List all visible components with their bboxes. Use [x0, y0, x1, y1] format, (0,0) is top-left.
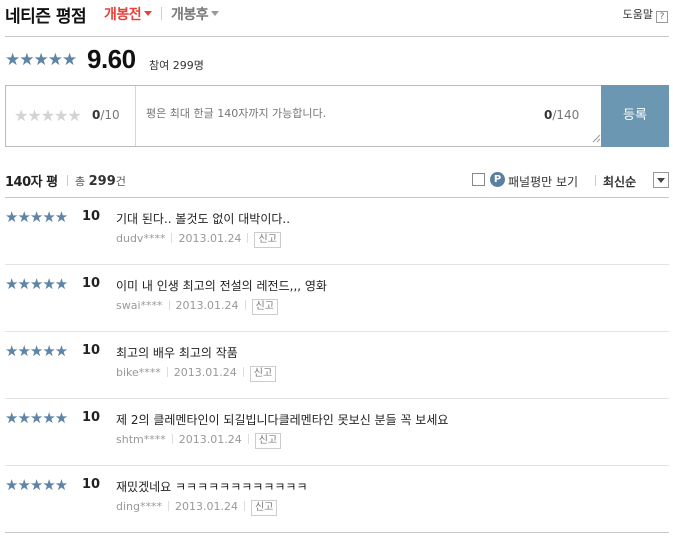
- report-button[interactable]: 신고: [251, 299, 278, 315]
- review-score: 10: [82, 343, 101, 358]
- report-button[interactable]: 신고: [250, 500, 278, 516]
- divider: [595, 175, 596, 186]
- average-stars-icon: ★★★★★: [5, 50, 77, 70]
- review-date: 2013.01.24: [173, 366, 237, 379]
- review-text: 최고의 배우 최고의 작품: [116, 346, 238, 360]
- tab-before-release[interactable]: 개봉전: [104, 4, 153, 24]
- tab-after-release[interactable]: 개봉후: [171, 4, 220, 24]
- review-item: ★★★★★ 10 이미 내 인생 최고의 전설의 레전드,,, 영화 swai*…: [5, 265, 669, 332]
- review-list-header: 140자 평 총 299건 P 패널평만 보기 최신순: [5, 170, 669, 192]
- review-score: 10: [82, 410, 101, 425]
- review-stars-icon: ★★★★★: [5, 476, 68, 494]
- divider: [171, 233, 173, 243]
- review-date: 2013.01.24: [178, 433, 242, 446]
- divider: [244, 300, 246, 310]
- panel-only-label[interactable]: 패널평만 보기: [508, 173, 578, 190]
- review-meta: dudv**** 2013.01.24 신고: [116, 232, 281, 248]
- participant-count: 참여 299명: [149, 59, 204, 72]
- header-divider: [5, 36, 669, 37]
- report-button[interactable]: 신고: [254, 232, 281, 248]
- report-button[interactable]: 신고: [249, 366, 277, 382]
- review-item: ★★★★★ 10 기대 된다.. 볼것도 없이 대박이다.. dudv**** 2…: [5, 198, 669, 265]
- review-user: bike****: [116, 366, 161, 379]
- divider: [168, 501, 169, 511]
- comment-input[interactable]: [146, 107, 526, 120]
- review-score: 10: [82, 477, 101, 492]
- panel-p-icon: P: [490, 172, 505, 187]
- review-item: ★★★★★ 10 제 2의 클레멘타인이 되길빕니다클레멘타인 못보신 분들 꼭…: [5, 399, 669, 466]
- divider: [247, 233, 249, 243]
- submit-button[interactable]: 등록: [601, 85, 669, 147]
- divider: [242, 367, 244, 377]
- review-date: 2013.01.24: [175, 500, 238, 513]
- review-user: ding****: [116, 500, 162, 513]
- review-item: ★★★★★ 10 최고의 배우 최고의 작품 bike**** 2013.01.2…: [5, 332, 669, 399]
- panel-only-checkbox[interactable]: [472, 173, 485, 186]
- divider: [166, 367, 168, 377]
- review-text: 제 2의 클레멘타인이 되길빕니다클레멘타인 못보신 분들 꼭 보세요: [116, 413, 449, 427]
- divider: [247, 434, 249, 444]
- review-total: 총 299건: [75, 173, 126, 189]
- char-count-max: /140: [552, 108, 580, 122]
- total-prefix: 총: [75, 175, 86, 188]
- total-suffix: 건: [115, 175, 126, 188]
- tab-divider: [161, 7, 162, 20]
- review-stars-icon: ★★★★★: [5, 275, 68, 293]
- review-user: shtm****: [116, 433, 166, 446]
- review-stars-icon: ★★★★★: [5, 208, 68, 226]
- tab-after-release-label: 개봉후: [171, 7, 209, 23]
- question-icon: ?: [656, 11, 668, 23]
- char-counter: 0/140: [544, 108, 579, 122]
- review-stars-icon: ★★★★★: [5, 409, 68, 427]
- review-date: 2013.01.24: [178, 232, 242, 245]
- review-user: dudv****: [116, 232, 166, 245]
- review-score: 10: [82, 209, 101, 224]
- review-meta: bike**** 2013.01.24 신고: [116, 366, 277, 382]
- review-meta: ding**** 2013.01.24 신고: [116, 500, 278, 516]
- review-text: 재밌겠네요 ㅋㅋㅋㅋㅋㅋㅋㅋㅋㅋㅋㅋ: [116, 480, 308, 494]
- page-title: 네티즌 평점: [5, 7, 87, 27]
- total-count: 299: [88, 174, 116, 189]
- review-score: 10: [82, 276, 101, 291]
- rating-stars-icon[interactable]: ★★★★★: [14, 106, 82, 125]
- sort-selected-label[interactable]: 최신순: [603, 173, 636, 190]
- review-text: 이미 내 인생 최고의 전설의 레전드,,, 영화: [116, 279, 327, 293]
- review-form: ★★★★★ 0/10 0/140 등록: [5, 85, 669, 147]
- divider: [67, 175, 68, 186]
- review-text: 기대 된다.. 볼것도 없이 대박이다..: [116, 212, 291, 226]
- help-label: 도움말: [622, 8, 653, 21]
- resize-handle-icon[interactable]: [592, 134, 601, 143]
- review-date: 2013.01.24: [175, 299, 239, 312]
- caret-down-icon: [144, 11, 153, 16]
- review-meta: shtm**** 2013.01.24 신고: [116, 433, 282, 449]
- review-meta: swai**** 2013.01.24 신고: [116, 299, 278, 315]
- help-link[interactable]: 도움말?: [623, 6, 668, 23]
- tab-before-release-label: 개봉전: [104, 7, 142, 23]
- report-button[interactable]: 신고: [254, 433, 282, 449]
- divider: [171, 434, 173, 444]
- review-list-title: 140자 평: [5, 175, 58, 190]
- rating-max: /10: [100, 108, 120, 122]
- rating-value: 0/10: [92, 108, 120, 122]
- divider: [243, 501, 245, 511]
- review-stars-icon: ★★★★★: [5, 342, 68, 360]
- average-score: 9.60: [87, 44, 136, 74]
- rating-selector: ★★★★★ 0/10: [6, 86, 136, 146]
- review-user: swai****: [116, 299, 163, 312]
- divider: [168, 300, 170, 310]
- review-item: ★★★★★ 10 재밌겠네요 ㅋㅋㅋㅋㅋㅋㅋㅋㅋㅋㅋㅋ ding**** 2013…: [5, 466, 669, 533]
- header: 네티즌 평점 개봉전 개봉후 도움말?: [0, 0, 673, 32]
- sort-dropdown-icon[interactable]: [653, 172, 669, 188]
- caret-down-icon: [211, 11, 220, 16]
